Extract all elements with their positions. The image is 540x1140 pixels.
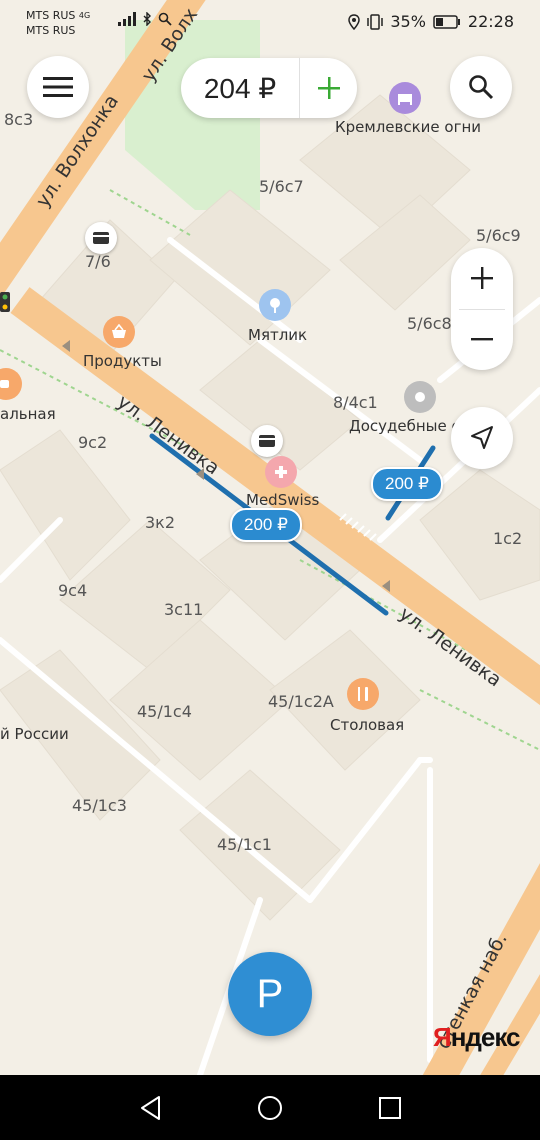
recents-icon[interactable] [378, 1096, 402, 1120]
network-badge: 4G [78, 11, 91, 20]
place-label-rossii[interactable]: й России [0, 725, 69, 743]
clock: 22:28 [467, 12, 514, 31]
building-number: 45/1с4 [137, 702, 192, 721]
search-icon [469, 75, 494, 100]
navigation-arrow-icon [471, 426, 493, 449]
building-number: 1с2 [493, 529, 523, 548]
building-number: 9с2 [78, 433, 108, 452]
building-number: 8с3 [4, 110, 34, 129]
battery-icon [433, 14, 460, 29]
building-number: 45/1с2А [268, 692, 334, 711]
place-label-medswiss[interactable]: MedSwiss [246, 491, 319, 509]
building-number: 3к2 [145, 513, 176, 532]
zoom-controls [451, 248, 513, 370]
status-bar: MTS RUS 4G MTS RUS 35% 22:28 [0, 0, 540, 44]
carrier-label: MTS RUS [26, 24, 76, 37]
place-label-alnaya[interactable]: альная [0, 405, 56, 423]
flower-icon[interactable] [259, 289, 291, 321]
building-number: 45/1с1 [217, 835, 272, 854]
plus-icon [471, 267, 493, 289]
building-number: 5/6с9 [476, 226, 521, 245]
hotel-icon[interactable] [389, 82, 421, 114]
home-icon[interactable] [257, 1095, 283, 1121]
building-number: 3с11 [164, 600, 204, 619]
balance-widget[interactable]: 204 ₽ [181, 58, 357, 118]
place-label-produkty[interactable]: Продукты [83, 352, 162, 370]
battery-percent: 35% [390, 12, 426, 31]
place-label-myatlik[interactable]: Мятлик [248, 326, 307, 344]
carrier-label: MTS RUS 4G [26, 9, 91, 22]
back-icon[interactable] [139, 1095, 163, 1121]
yandex-logo: Яндекс [433, 1022, 520, 1052]
plus-icon [317, 77, 340, 99]
grey-dot-icon[interactable] [404, 381, 436, 413]
system-nav-bar [0, 1075, 540, 1140]
vibrate-icon [367, 13, 384, 30]
building-number: 5/6с8 [407, 314, 452, 333]
status-icons-left [118, 12, 172, 26]
zoom-out-button[interactable] [451, 309, 513, 369]
balance-amount[interactable]: 204 ₽ [181, 72, 299, 105]
card-payment-icon[interactable] [251, 425, 283, 457]
location-icon [348, 13, 361, 30]
card-payment-icon[interactable] [85, 222, 117, 254]
parking-price-tag[interactable]: 200 ₽ [230, 508, 302, 542]
my-location-button[interactable] [451, 407, 513, 469]
building-number: 8/4с1 [333, 393, 378, 412]
search-icon [158, 12, 172, 26]
building-number: 7/6 [85, 252, 111, 271]
status-icons-right: 35% 22:28 [348, 12, 514, 31]
minus-icon [471, 338, 493, 341]
hamburger-icon [43, 77, 73, 97]
building-number: 45/1с3 [72, 796, 127, 815]
zoom-in-button[interactable] [451, 248, 513, 308]
parking-button[interactable]: P [228, 952, 312, 1036]
place-label-stolovaya[interactable]: Столовая [330, 716, 404, 734]
menu-button[interactable] [27, 56, 89, 118]
signal-icon [118, 12, 136, 26]
fork-knife-icon[interactable] [347, 678, 379, 710]
place-label-kremlin-lights[interactable]: Кремлевские огни [335, 118, 481, 136]
shopping-basket-icon[interactable] [103, 316, 135, 348]
search-button[interactable] [450, 56, 512, 118]
building-number: 9с4 [58, 581, 88, 600]
bluetooth-icon [143, 12, 151, 26]
top-up-button[interactable] [300, 77, 357, 99]
place-label-dosug[interactable]: Досудебные с [349, 417, 460, 435]
building-number: 5/6с7 [259, 177, 304, 196]
medical-cross-icon[interactable] [265, 456, 297, 488]
parking-price-tag[interactable]: 200 ₽ [371, 467, 443, 501]
